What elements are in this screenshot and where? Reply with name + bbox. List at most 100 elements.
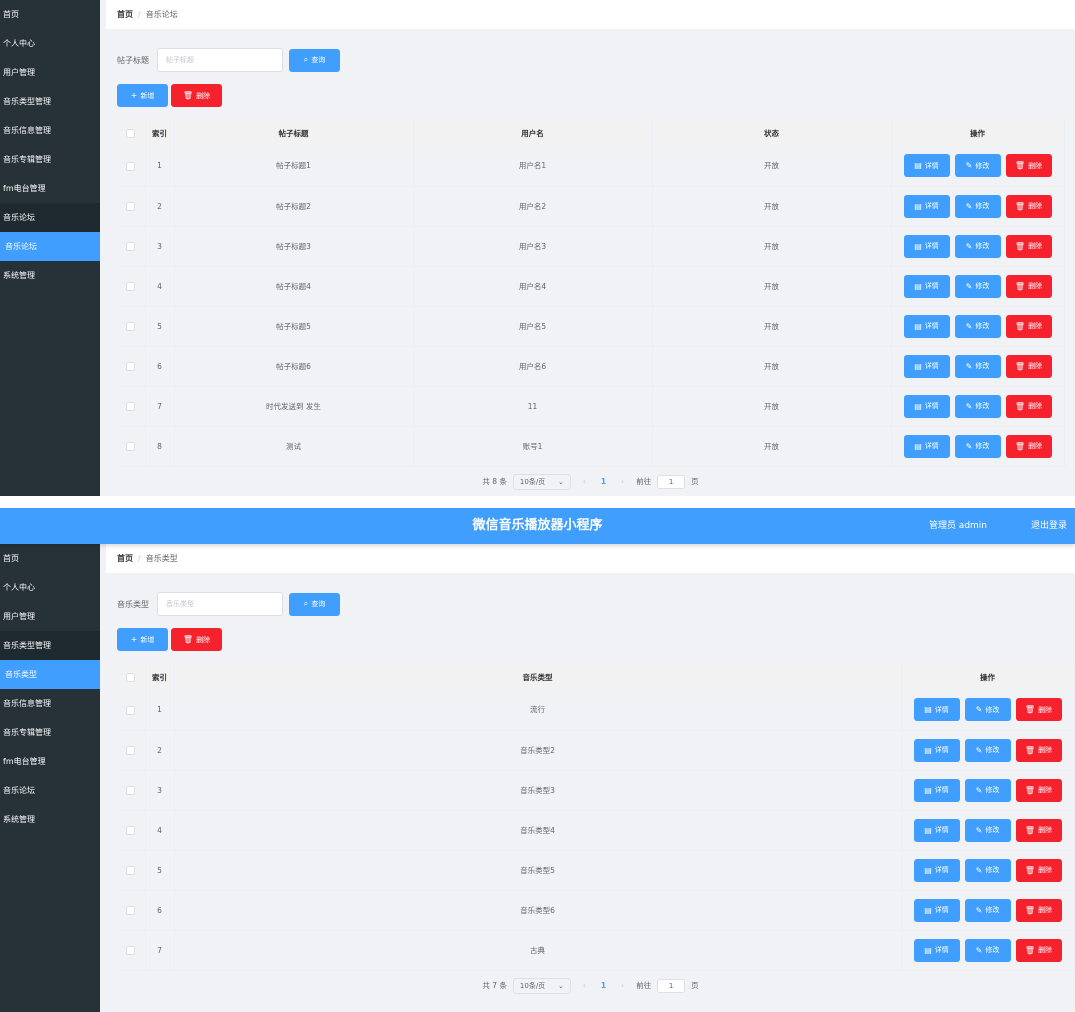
menu-item-forum-group[interactable]: 音乐论坛 [0,203,100,232]
menu-item-music-type-mgmt[interactable]: 音乐类型管理 [0,87,100,116]
detail-button[interactable]: ▤ 详情 [903,354,950,378]
menu-item-music-info-mgmt[interactable]: 音乐信息管理 [0,116,100,145]
delete-button[interactable]: 🗑 删除 [1005,194,1052,218]
select-all-cell[interactable] [117,120,146,146]
row-select-cell[interactable] [117,226,146,267]
edit-button[interactable]: ✎ 修改 [954,274,1001,298]
detail-button[interactable]: ▤ 详情 [913,898,960,922]
row-checkbox[interactable] [126,281,136,291]
edit-button[interactable]: ✎ 修改 [964,698,1011,722]
bulk-delete-button[interactable]: 🗑 删除 [171,628,222,651]
row-checkbox[interactable] [126,161,136,171]
delete-button[interactable]: 🗑 删除 [1005,394,1052,418]
logout-link[interactable]: 退出登录 [1031,508,1067,544]
menu-item-forum[interactable]: 音乐论坛 [0,232,100,261]
detail-button[interactable]: ▤ 详情 [903,394,950,418]
menu-item-fm-mgmt[interactable]: fm电台管理 [0,747,100,776]
detail-button[interactable]: ▤ 详情 [903,434,950,458]
delete-button[interactable]: 🗑 删除 [1015,858,1062,882]
detail-button[interactable]: ▤ 详情 [913,778,960,802]
row-select-cell[interactable] [117,930,146,971]
next-page-icon[interactable]: › [615,477,630,486]
row-checkbox[interactable] [126,441,136,451]
edit-button[interactable]: ✎ 修改 [964,738,1011,762]
add-button[interactable]: + 新增 [117,628,168,651]
delete-button[interactable]: 🗑 删除 [1005,274,1052,298]
row-checkbox[interactable] [126,745,136,755]
row-select-cell[interactable] [117,770,146,811]
add-button[interactable]: + 新增 [117,84,168,107]
delete-button[interactable]: 🗑 删除 [1005,354,1052,378]
breadcrumb-home[interactable]: 首页 [117,554,133,563]
select-all-checkbox[interactable] [126,128,136,138]
edit-button[interactable]: ✎ 修改 [964,778,1011,802]
row-select-cell[interactable] [117,146,146,187]
row-checkbox[interactable] [126,201,136,211]
detail-button[interactable]: ▤ 详情 [913,938,960,962]
menu-item-system[interactable]: 系统管理 [0,805,100,834]
edit-button[interactable]: ✎ 修改 [964,818,1011,842]
row-checkbox[interactable] [126,361,136,371]
menu-item-profile[interactable]: 个人中心 [0,29,100,58]
page-size-select[interactable]: 10条/页 ⌄ [512,977,571,994]
row-select-cell[interactable] [117,730,146,771]
goto-page-input[interactable] [657,978,686,993]
edit-button[interactable]: ✎ 修改 [954,354,1001,378]
edit-button[interactable]: ✎ 修改 [954,194,1001,218]
menu-item-music-type[interactable]: 音乐类型 [0,660,100,689]
select-all-cell[interactable] [117,664,146,690]
menu-item-music-info-mgmt[interactable]: 音乐信息管理 [0,689,100,718]
detail-button[interactable]: ▤ 详情 [903,194,950,218]
bulk-delete-button[interactable]: 🗑 删除 [171,84,222,107]
row-select-cell[interactable] [117,426,146,467]
edit-button[interactable]: ✎ 修改 [964,898,1011,922]
delete-button[interactable]: 🗑 删除 [1015,818,1062,842]
row-checkbox[interactable] [126,705,136,715]
edit-button[interactable]: ✎ 修改 [954,434,1001,458]
row-checkbox[interactable] [126,905,136,915]
row-select-cell[interactable] [117,386,146,427]
row-checkbox[interactable] [126,401,136,411]
row-select-cell[interactable] [117,690,146,731]
edit-button[interactable]: ✎ 修改 [954,314,1001,338]
detail-button[interactable]: ▤ 详情 [913,818,960,842]
delete-button[interactable]: 🗑 删除 [1005,434,1052,458]
row-checkbox[interactable] [126,945,136,955]
delete-button[interactable]: 🗑 删除 [1015,698,1062,722]
delete-button[interactable]: 🗑 删除 [1005,314,1052,338]
menu-item-home[interactable]: 首页 [0,544,100,573]
row-checkbox[interactable] [126,825,136,835]
detail-button[interactable]: ▤ 详情 [903,274,950,298]
menu-item-users[interactable]: 用户管理 [0,602,100,631]
row-select-cell[interactable] [117,186,146,227]
menu-item-system[interactable]: 系统管理 [0,261,100,290]
menu-item-forum[interactable]: 音乐论坛 [0,776,100,805]
breadcrumb-home[interactable]: 首页 [117,10,133,19]
row-select-cell[interactable] [117,810,146,851]
prev-page-icon[interactable]: ‹ [577,477,592,486]
menu-item-album-mgmt[interactable]: 音乐专辑管理 [0,145,100,174]
menu-item-profile[interactable]: 个人中心 [0,573,100,602]
detail-button[interactable]: ▤ 详情 [903,154,950,178]
goto-page-input[interactable] [657,474,686,489]
menu-item-fm-mgmt[interactable]: fm电台管理 [0,174,100,203]
detail-button[interactable]: ▤ 详情 [903,314,950,338]
row-select-cell[interactable] [117,890,146,931]
page-number[interactable]: 1 [598,981,609,990]
next-page-icon[interactable]: › [615,981,630,990]
delete-button[interactable]: 🗑 删除 [1015,738,1062,762]
edit-button[interactable]: ✎ 修改 [954,154,1001,178]
row-checkbox[interactable] [126,241,136,251]
row-select-cell[interactable] [117,306,146,347]
prev-page-icon[interactable]: ‹ [577,981,592,990]
edit-button[interactable]: ✎ 修改 [954,394,1001,418]
search-input[interactable] [157,592,283,616]
delete-button[interactable]: 🗑 删除 [1015,938,1062,962]
menu-item-album-mgmt[interactable]: 音乐专辑管理 [0,718,100,747]
menu-item-users[interactable]: 用户管理 [0,58,100,87]
edit-button[interactable]: ✎ 修改 [964,858,1011,882]
menu-item-home[interactable]: 首页 [0,0,100,29]
detail-button[interactable]: ▤ 详情 [903,234,950,258]
row-checkbox[interactable] [126,785,136,795]
menu-item-music-type-mgmt[interactable]: 音乐类型管理 [0,631,100,660]
